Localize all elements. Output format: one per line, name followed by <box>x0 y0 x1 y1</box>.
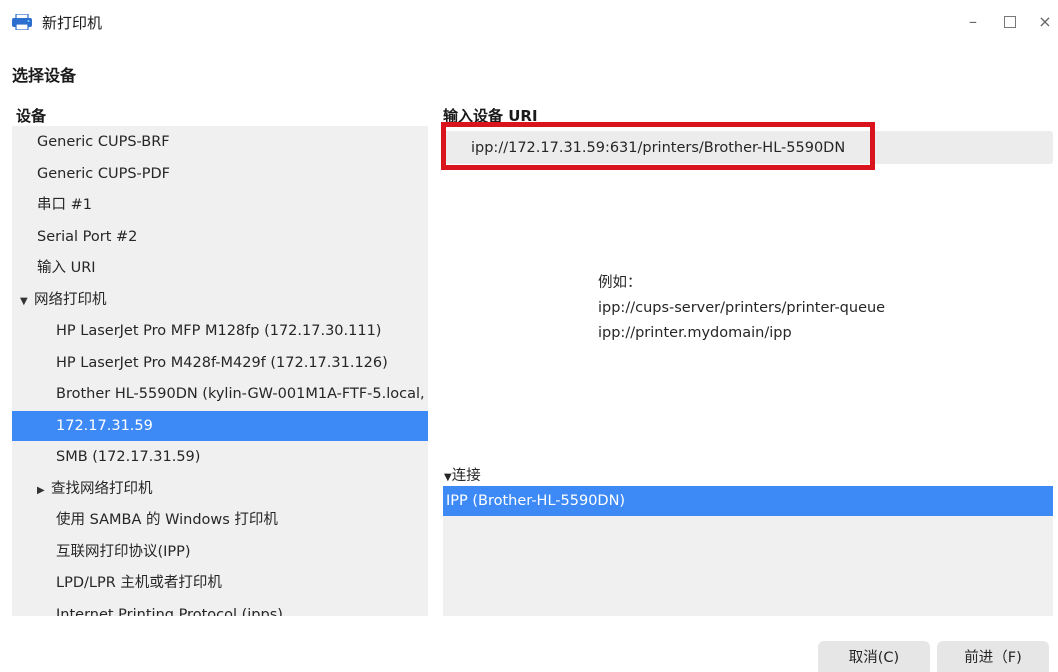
printer-icon <box>12 14 32 30</box>
title-bar: 新打印机 – × <box>0 0 1058 46</box>
device-list[interactable]: Generic CUPS-BRF Generic CUPS-PDF 串口 #1 Ser… <box>12 126 428 616</box>
cancel-button[interactable]: 取消(C) <box>818 641 930 672</box>
device-item[interactable]: Generic CUPS-PDF <box>12 159 428 189</box>
device-label: HP LaserJet Pro MFP M128fp (172.17.30.11… <box>56 323 382 339</box>
device-label: 输入 URI <box>37 260 96 276</box>
device-item[interactable]: SMB (172.17.31.59) <box>12 442 428 472</box>
device-item[interactable]: 172.17.31.59 <box>12 410 428 441</box>
device-item[interactable]: 使用 SAMBA 的 Windows 打印机 <box>12 505 428 535</box>
device-item[interactable]: Internet Printing Protocol (ipps) <box>12 600 428 617</box>
close-button[interactable]: × <box>1030 8 1058 36</box>
device-item[interactable]: LPD/LPR 主机或者打印机 <box>12 568 428 598</box>
minimize-button[interactable]: – <box>958 8 988 36</box>
device-label: LPD/LPR 主机或者打印机 <box>56 575 222 591</box>
close-icon: × <box>1038 12 1052 31</box>
example-line-2: ipp://printer.mydomain/ipp <box>598 325 792 341</box>
expander-right-icon[interactable]: ▶ <box>37 476 51 504</box>
device-item[interactable]: Brother HL-5590DN (kylin-GW-001M1A-FTF-5… <box>12 379 428 409</box>
device-item[interactable]: 互联网打印协议(IPP) <box>12 537 428 567</box>
device-label: Internet Printing Protocol (ipps) <box>56 606 283 617</box>
device-item[interactable]: 输入 URI <box>12 253 428 283</box>
device-label: Brother HL-5590DN (kylin-GW-001M1A-FTF-5… <box>56 386 425 402</box>
device-label: 172.17.31.59 <box>56 417 153 434</box>
forward-button[interactable]: 前进（F) <box>937 641 1049 672</box>
connection-header[interactable]: ▼连接 <box>444 464 481 485</box>
example-heading: 例如： <box>598 275 642 291</box>
device-label: SMB (172.17.31.59) <box>56 449 201 465</box>
device-item[interactable]: ▶ 查找网络打印机 <box>12 474 428 504</box>
device-item[interactable]: 串口 #1 <box>12 190 428 220</box>
maximize-icon <box>1004 16 1016 28</box>
device-item[interactable]: HP LaserJet Pro MFP M128fp (172.17.30.11… <box>12 316 428 346</box>
device-label: Generic CUPS-BRF <box>37 134 170 150</box>
device-item[interactable]: ▼ 网络打印机 <box>12 285 428 315</box>
device-label: 互联网打印协议(IPP) <box>56 543 191 560</box>
devices-label: 设备 <box>16 107 47 125</box>
device-item[interactable]: Serial Port #2 <box>12 222 428 252</box>
section-title: 选择设备 <box>12 66 77 85</box>
device-label: 查找网络打印机 <box>51 480 153 497</box>
window-title: 新打印机 <box>42 14 103 32</box>
device-label: Generic CUPS-PDF <box>37 165 171 182</box>
device-label: 串口 #1 <box>37 197 92 213</box>
connection-label: 连接 <box>451 468 481 484</box>
expander-down-icon[interactable]: ▼ <box>20 287 34 315</box>
device-label: 使用 SAMBA 的 Windows 打印机 <box>56 512 278 528</box>
minimize-icon: – <box>969 12 977 31</box>
device-item[interactable]: HP LaserJet Pro M428f-M429f (172.17.31.1… <box>12 348 428 378</box>
device-item[interactable]: Generic CUPS-BRF <box>12 127 428 157</box>
device-label: 网络打印机 <box>34 291 107 308</box>
uri-field[interactable] <box>443 131 1053 164</box>
connection-list[interactable]: IPP (Brother-HL-5590DN) <box>443 486 1053 616</box>
uri-label: 输入设备 URI <box>443 107 538 125</box>
connection-item[interactable]: IPP (Brother-HL-5590DN) <box>443 486 1053 516</box>
example-line-1: ipp://cups-server/printers/printer-queue <box>598 300 886 316</box>
uri-input[interactable] <box>443 131 1053 164</box>
maximize-button[interactable] <box>995 8 1025 36</box>
expander-down-icon: ▼ <box>444 472 452 483</box>
device-label: Serial Port #2 <box>37 228 138 245</box>
uri-example: 例如： ipp://cups-server/printers/printer-q… <box>598 271 885 346</box>
device-label: HP LaserJet Pro M428f-M429f (172.17.31.1… <box>56 354 388 371</box>
